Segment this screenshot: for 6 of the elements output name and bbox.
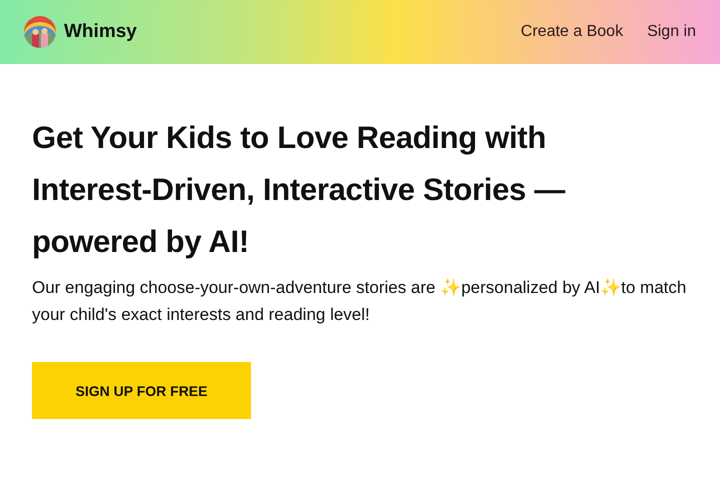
nav-link[interactable]: Sign in (647, 23, 696, 41)
hero-description: Our engaging choose-your-own-adventure stories are ✨personalized by AI✨to match your child's exact interests and reading level! (32, 277, 688, 326)
nav-link[interactable]: Create a Book (520, 23, 624, 41)
signup-button[interactable]: SIGN UP FOR FREE (32, 362, 251, 419)
brand-name[interactable]: Whimsy (64, 21, 137, 43)
hero-heading: Get Your Kids to Love Reading with Interest-Driven, Interactive Stories — powered by AI! (32, 119, 566, 261)
